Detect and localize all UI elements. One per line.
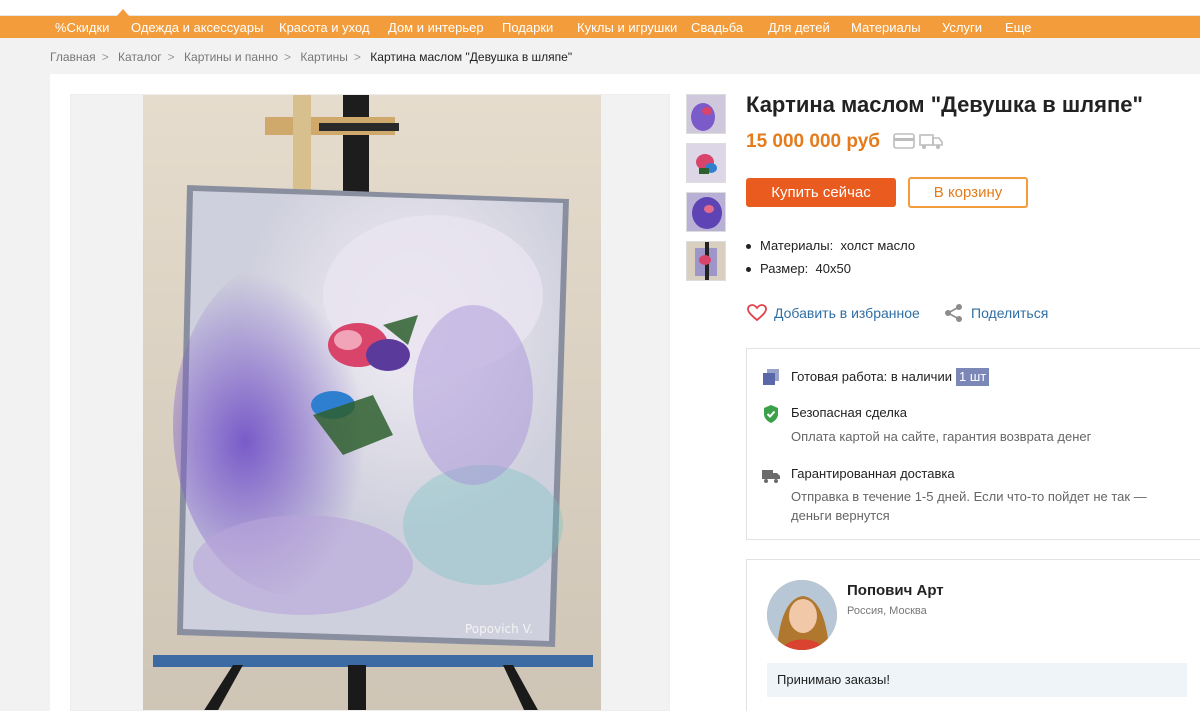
delivery-truck-icon	[919, 134, 943, 149]
nav-item-beauty[interactable]: Красота и уход	[279, 20, 370, 35]
nav-item-kids[interactable]: Для детей	[768, 20, 830, 35]
seller-avatar[interactable]	[767, 580, 837, 650]
category-nav: %Скидки Одежда и аксессуары Красота и ух…	[0, 16, 1200, 38]
nav-item-services[interactable]: Услуги	[942, 20, 982, 35]
payment-delivery-icons	[893, 131, 945, 151]
breadcrumb-current: Картина маслом "Девушка в шляпе"	[370, 50, 573, 64]
nav-item-gifts[interactable]: Подарки	[502, 20, 553, 35]
card-payment-icon	[893, 133, 943, 149]
breadcrumb-paintings[interactable]: Картины	[300, 50, 348, 64]
quantity-badge: 1 шт	[955, 368, 990, 386]
breadcrumb: Главная > Каталог > Картины и панно > Карти…	[50, 50, 578, 64]
add-to-favorites-label: Добавить в избранное	[774, 305, 920, 321]
share-link[interactable]: Поделиться	[944, 303, 1048, 323]
thumbnail-3-image	[687, 193, 725, 231]
nav-item-dolls[interactable]: Куклы и игрушки	[577, 20, 677, 35]
nav-item-wedding[interactable]: Свадьба	[691, 20, 743, 35]
ready-work-text: Готовая работа: в наличии	[791, 369, 952, 384]
attribute-materials-value: холст масло	[840, 238, 916, 253]
painting-photo-illustration: Popovich V.	[143, 95, 601, 710]
breadcrumb-separator: >	[101, 50, 109, 64]
breadcrumb-catalog[interactable]: Каталог	[118, 50, 162, 64]
product-price: 15 000 000 руб	[746, 131, 881, 152]
attribute-size-value: 40х50	[815, 261, 851, 276]
buy-now-button[interactable]: Купить сейчас	[746, 178, 896, 207]
painting-signature: Popovich V.	[465, 622, 533, 636]
purchase-info-box: Готовая работа: в наличии 1 шт Безопасная…	[746, 348, 1200, 540]
breadcrumb-home[interactable]: Главная	[50, 50, 96, 64]
seller-note: Принимаю заказы!	[767, 663, 1187, 697]
top-strip	[0, 0, 1200, 17]
nav-item-home[interactable]: Дом и интерьер	[388, 20, 484, 35]
main-product-image[interactable]: Popovich V.	[70, 94, 670, 711]
nav-item-clothing[interactable]: Одежда и аксессуары	[131, 20, 263, 35]
painting-photo: Popovich V.	[143, 95, 601, 710]
heart-icon	[747, 304, 767, 322]
add-to-cart-button[interactable]: В корзину	[908, 177, 1028, 208]
thumbnail-3[interactable]	[686, 192, 726, 232]
seller-location: Россия, Москва	[847, 605, 927, 617]
breadcrumb-paintings-panels[interactable]: Картины и панно	[184, 50, 278, 64]
thumbnail-2-image	[687, 144, 725, 182]
thumbnail-4[interactable]	[686, 241, 726, 281]
truck-icon	[762, 470, 780, 483]
attribute-size: Размер: 40х50	[746, 261, 915, 284]
seller-card: Попович Арт Россия, Москва Принимаю зака…	[746, 559, 1200, 711]
attribute-materials: Материалы: холст масло	[746, 238, 915, 261]
share-label: Поделиться	[971, 305, 1049, 321]
breadcrumb-separator: >	[284, 50, 292, 64]
thumbnail-2[interactable]	[686, 143, 726, 183]
stack-icon	[763, 369, 779, 385]
nav-item-materials[interactable]: Материалы	[851, 20, 921, 35]
attribute-size-name: Размер:	[760, 261, 809, 276]
thumbnail-1[interactable]	[686, 94, 726, 134]
nav-item-discounts[interactable]: %Скидки	[55, 20, 109, 35]
thumbnail-4-image	[687, 242, 725, 280]
seller-avatar-image	[767, 580, 837, 650]
safe-deal-text: Оплата картой на сайте, гарантия возврат…	[791, 429, 1092, 444]
safe-deal-title: Безопасная сделка	[791, 405, 908, 420]
breadcrumb-separator: >	[167, 50, 175, 64]
thumbnail-1-image	[687, 95, 725, 133]
share-icon	[945, 304, 962, 322]
add-to-favorites-link[interactable]: Добавить в избранное	[747, 303, 920, 323]
product-attributes: Материалы: холст масло Размер: 40х50	[746, 238, 915, 284]
delivery-text: Отправка в течение 1-5 дней. Если что-то…	[791, 489, 1147, 523]
ready-work-title: Готовая работа: в наличии 1 шт	[791, 368, 990, 386]
attribute-materials-name: Материалы:	[760, 238, 834, 253]
shield-check-icon	[764, 405, 778, 423]
delivery-title: Гарантированная доставка	[791, 466, 955, 481]
breadcrumb-separator: >	[353, 50, 361, 64]
seller-name[interactable]: Попович Арт	[847, 582, 944, 599]
product-title: Картина маслом "Девушка в шляпе"	[746, 92, 1143, 117]
nav-item-more[interactable]: Еще	[1005, 20, 1031, 35]
